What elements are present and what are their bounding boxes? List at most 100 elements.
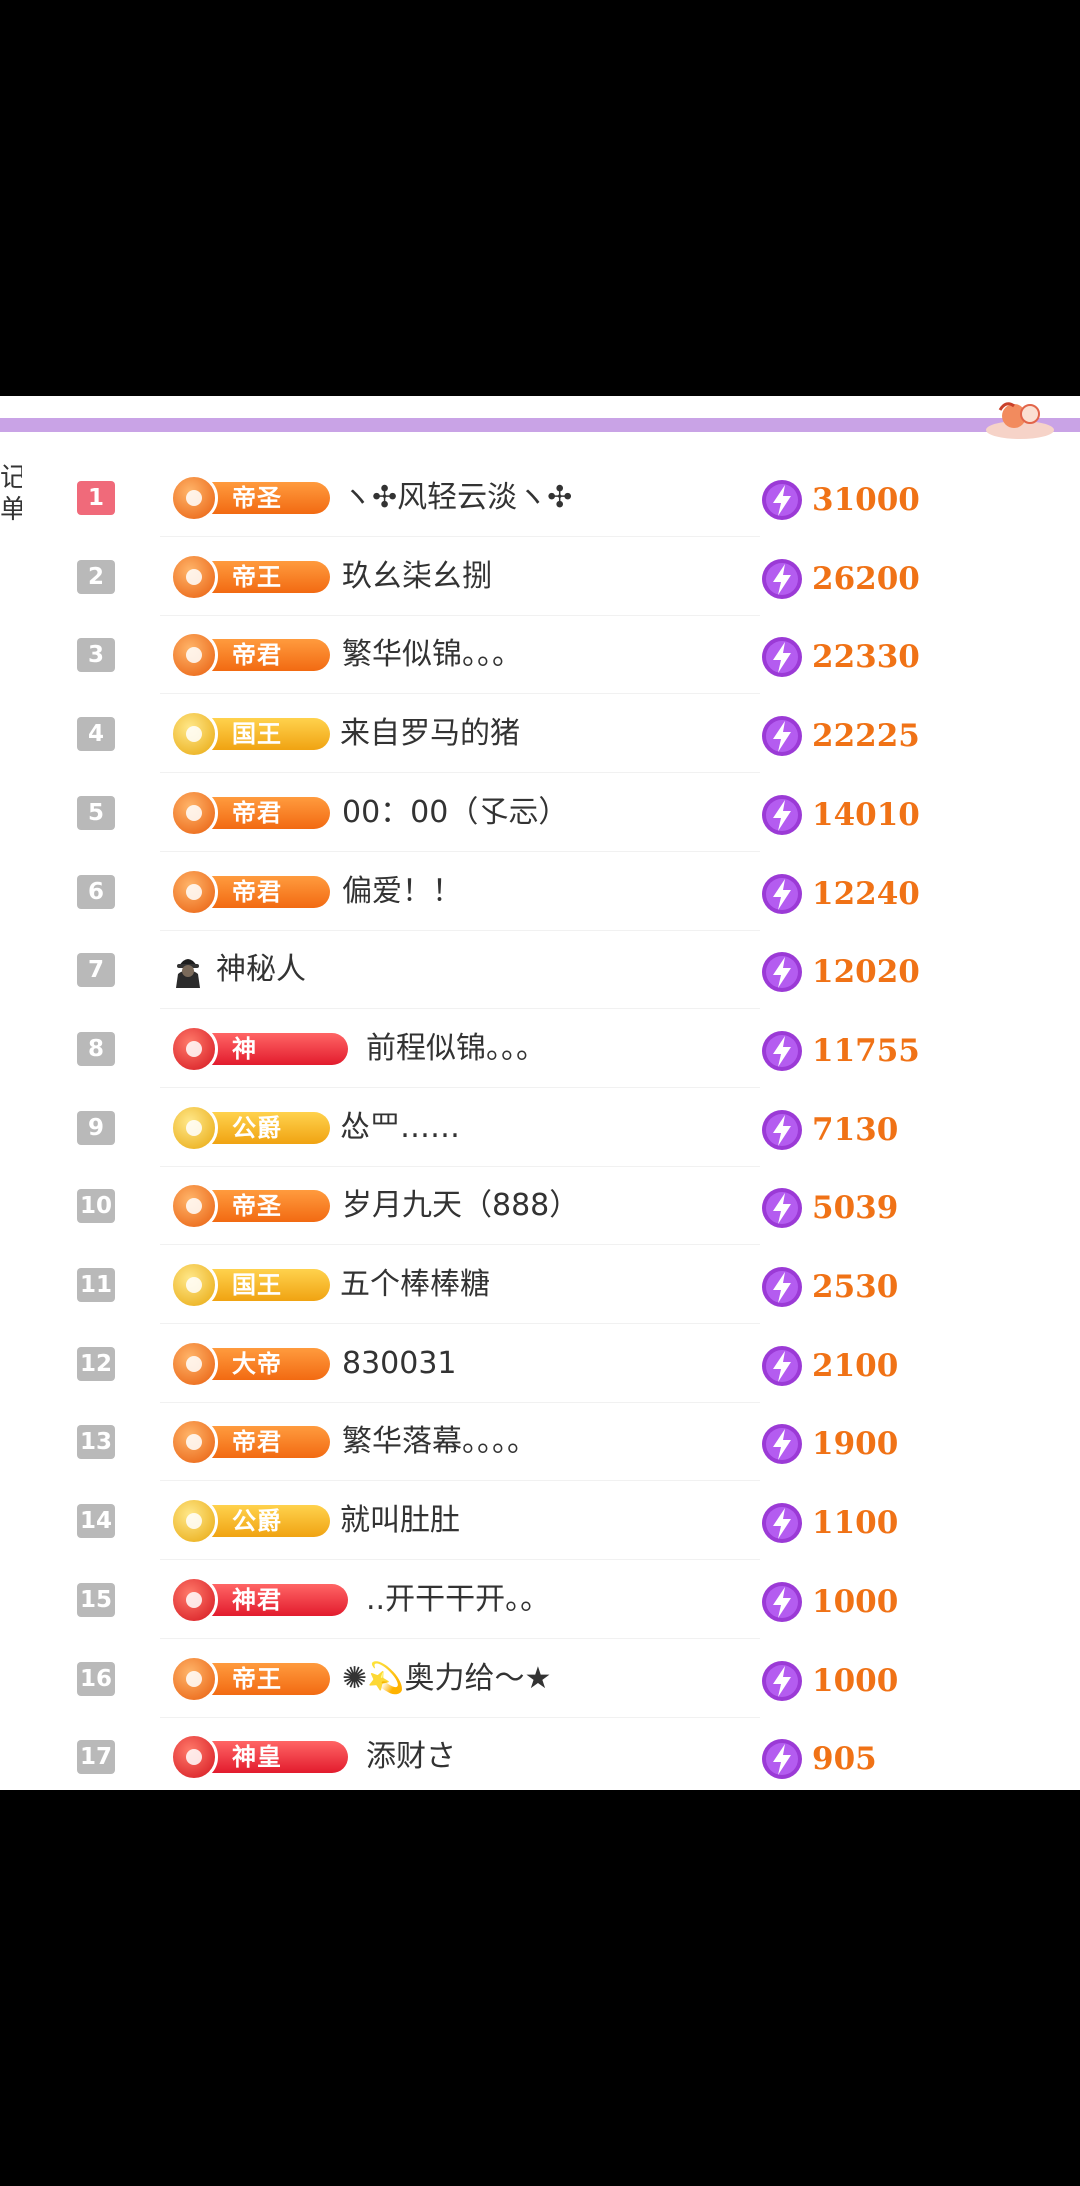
leaderboard-row[interactable]: 7 神秘人 12020 — [0, 930, 1080, 1009]
badge-label: 帝圣 — [232, 1192, 282, 1220]
rank-number: 2 — [77, 560, 115, 594]
level-badge: 国王 — [170, 1261, 330, 1309]
user-name[interactable]: 前程似锦。。。 — [366, 1029, 546, 1069]
rank-number: 14 — [77, 1504, 115, 1538]
badge-label: 帝王 — [232, 563, 282, 591]
purple-lightning-coin-icon — [762, 1503, 802, 1543]
purple-lightning-coin-icon — [762, 716, 802, 756]
leaderboard-row[interactable]: 3 帝君 繁华似锦。。。 22330 — [0, 615, 1080, 694]
purple-lightning-coin-icon — [762, 795, 802, 835]
user-name[interactable]: 玖幺柒幺捌 — [342, 557, 492, 597]
contribution-amount: 12240 — [812, 876, 920, 912]
badge-emblem-icon — [170, 474, 218, 522]
badge-emblem-icon — [170, 1340, 218, 1388]
purple-lightning-coin-icon — [762, 1739, 802, 1779]
user-name[interactable]: 830031 — [342, 1344, 457, 1384]
mascot-sticker-icon — [986, 402, 1054, 439]
leaderboard-row[interactable]: 15 神君 ..开干干开。。 1000 — [0, 1560, 1080, 1639]
contribution-amount: 22330 — [812, 639, 920, 675]
purple-lightning-coin-icon — [762, 1110, 802, 1150]
level-badge: 帝君 — [170, 868, 330, 916]
rank-number: 15 — [77, 1583, 115, 1617]
purple-lightning-coin-icon — [762, 1267, 802, 1307]
user-name[interactable]: 岁月九天（888） — [342, 1186, 579, 1226]
badge-label: 帝君 — [232, 799, 282, 827]
badge-label: 国王 — [232, 1271, 282, 1299]
badge-emblem-icon — [170, 868, 218, 916]
contribution-amount: 14010 — [812, 797, 920, 833]
rank-number: 8 — [77, 1032, 115, 1066]
badge-label: 帝王 — [232, 1665, 282, 1693]
contribution-amount: 2530 — [812, 1269, 899, 1305]
badge-label: 大帝 — [232, 1350, 282, 1378]
leaderboard-row[interactable]: 1 帝圣 ヽ✣风轻云淡ヽ✣ 31000 — [0, 458, 1080, 537]
leaderboard-row[interactable]: 4 国王 来自罗马的猪 22225 — [0, 694, 1080, 773]
contribution-amount: 905 — [812, 1741, 877, 1777]
badge-label: 公爵 — [232, 1507, 282, 1535]
purple-lightning-coin-icon — [762, 1188, 802, 1228]
user-name[interactable]: ヽ✣风轻云淡ヽ✣ — [342, 478, 572, 518]
purple-lightning-coin-icon — [762, 952, 802, 992]
purple-lightning-coin-icon — [762, 480, 802, 520]
contribution-amount: 1100 — [812, 1505, 899, 1541]
level-badge: 神皇 — [170, 1733, 348, 1781]
badge-emblem-icon — [170, 1497, 218, 1545]
contribution-amount: 1900 — [812, 1426, 899, 1462]
rank-number: 13 — [77, 1425, 115, 1459]
contribution-amount: 5039 — [812, 1190, 899, 1226]
level-badge: 帝圣 — [170, 474, 330, 522]
rank-number: 3 — [77, 638, 115, 672]
level-badge: 帝君 — [170, 631, 330, 679]
leaderboard-row[interactable]: 14 公爵 就叫肚肚 1100 — [0, 1481, 1080, 1560]
user-name[interactable]: 就叫肚肚 — [340, 1501, 460, 1541]
user-name[interactable]: ..开干干开。。 — [366, 1580, 550, 1620]
badge-emblem-icon — [170, 1261, 218, 1309]
badge-emblem-icon — [170, 553, 218, 601]
user-name[interactable]: 繁华落幕。。。。 — [342, 1422, 537, 1462]
user-name[interactable]: 来自罗马的猪 — [340, 714, 520, 754]
user-name[interactable]: 怂罒…… — [340, 1108, 460, 1148]
top-accent-bar — [0, 418, 1080, 432]
purple-lightning-coin-icon — [762, 1424, 802, 1464]
leaderboard-row[interactable]: 11 国王 五个棒棒糖 2530 — [0, 1245, 1080, 1324]
contribution-amount: 12020 — [812, 954, 920, 990]
level-badge: 大帝 — [170, 1340, 330, 1388]
leaderboard-row[interactable]: 2 帝王 玖幺柒幺捌 26200 — [0, 537, 1080, 616]
leaderboard-row[interactable]: 6 帝君 偏爱！！ 12240 — [0, 852, 1080, 931]
purple-lightning-coin-icon — [762, 874, 802, 914]
user-name[interactable]: 神秘人 — [216, 950, 306, 990]
contribution-amount: 2100 — [812, 1348, 899, 1384]
user-name[interactable]: ✺💫奥力给～★ — [342, 1659, 551, 1699]
user-name[interactable]: 五个棒棒糖 — [340, 1265, 490, 1305]
badge-emblem-icon — [170, 631, 218, 679]
leaderboard-row[interactable]: 8 神 前程似锦。。。 11755 — [0, 1009, 1080, 1088]
leaderboard-row[interactable]: 17 神皇 添财さ 905 — [0, 1717, 1080, 1790]
badge-label: 帝君 — [232, 878, 282, 906]
level-badge: 帝王 — [170, 1655, 330, 1703]
leaderboard-row[interactable]: 9 公爵 怂罒…… 7130 — [0, 1088, 1080, 1167]
user-name[interactable]: 繁华似锦。。。 — [342, 635, 522, 675]
rank-number: 6 — [77, 875, 115, 909]
rank-number: 17 — [77, 1740, 115, 1774]
level-badge: 公爵 — [170, 1497, 330, 1545]
user-name[interactable]: 00：00（孓忈） — [342, 793, 568, 833]
leaderboard-row[interactable]: 13 帝君 繁华落幕。。。。 1900 — [0, 1402, 1080, 1481]
contribution-amount: 1000 — [812, 1584, 899, 1620]
user-name[interactable]: 添财さ — [366, 1737, 456, 1777]
leaderboard-row[interactable]: 10 帝圣 岁月九天（888） 5039 — [0, 1166, 1080, 1245]
user-name[interactable]: 偏爱！！ — [342, 872, 462, 912]
badge-label: 神君 — [232, 1586, 282, 1614]
leaderboard-panel: 记单 1 帝圣 ヽ✣风轻云淡ヽ✣ 31000 2 帝王 玖幺柒幺捌 26200 3 帝君 繁华似锦。… — [0, 396, 1080, 1790]
rank-number: 7 — [77, 953, 115, 987]
leaderboard-row[interactable]: 12 大帝 830031 2100 — [0, 1324, 1080, 1403]
rank-number: 10 — [77, 1189, 115, 1223]
badge-label: 国王 — [232, 720, 282, 748]
purple-lightning-coin-icon — [762, 1661, 802, 1701]
mystery-avatar-icon — [176, 959, 200, 988]
leaderboard-row[interactable]: 5 帝君 00：00（孓忈） 14010 — [0, 773, 1080, 852]
leaderboard-row[interactable]: 16 帝王 ✺💫奥力给～★ 1000 — [0, 1639, 1080, 1718]
contribution-amount: 1000 — [812, 1663, 899, 1699]
rank-number: 1 — [77, 481, 115, 515]
badge-label: 神 — [232, 1035, 257, 1063]
badge-emblem-icon — [170, 789, 218, 837]
